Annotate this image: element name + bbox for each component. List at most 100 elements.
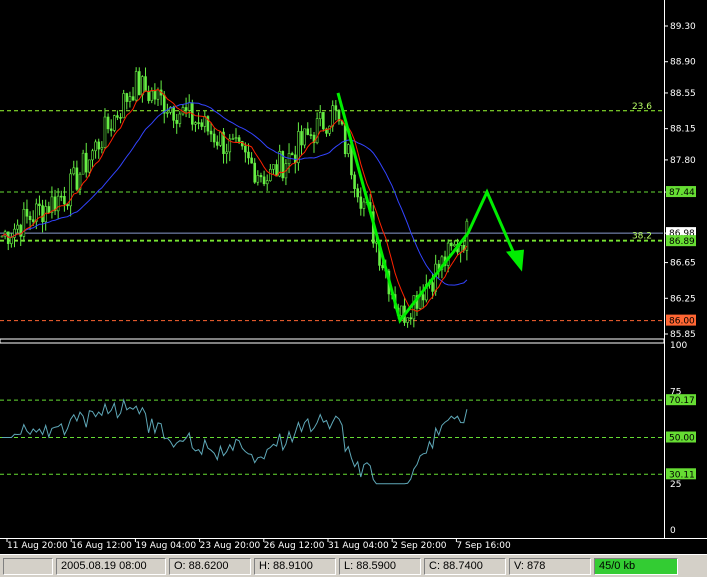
candle-body [128, 96, 132, 102]
candle-body [197, 122, 200, 124]
candle-body [38, 203, 41, 207]
candle-body [231, 138, 235, 140]
horizontal-levels [0, 191, 663, 322]
candle-body [84, 152, 88, 173]
price-label: 86.65 [670, 259, 696, 269]
candle-body [431, 282, 434, 292]
indicator-tag-label: 30.11 [669, 470, 695, 480]
candle-body [234, 137, 238, 139]
candle-body [100, 147, 104, 150]
pane-separator[interactable] [0, 338, 665, 344]
candle-body [175, 119, 179, 124]
indicator-tag-label: 50.00 [669, 434, 695, 444]
candle-body [334, 105, 338, 111]
candle-body [362, 201, 366, 209]
candle-body [194, 122, 197, 125]
candle-body [256, 175, 260, 183]
candle-body [81, 152, 85, 175]
candle-body [262, 176, 266, 185]
price-label: 86.25 [670, 294, 696, 304]
price-label: 87.80 [670, 156, 696, 166]
candle-body [459, 245, 462, 253]
candle-body [318, 112, 322, 120]
candle-body [343, 123, 347, 155]
candle-body [106, 116, 110, 130]
indicator-axis-label: 100 [670, 341, 687, 351]
status-open: O: 88.6200 [169, 557, 251, 575]
candle-body [409, 317, 413, 320]
candle-body [272, 164, 275, 170]
candle-body [103, 116, 107, 148]
candle-body [247, 151, 250, 159]
candle-body [88, 159, 91, 173]
candle-body [303, 128, 306, 146]
candle-body [309, 134, 313, 136]
indicator-axis-label: 25 [670, 480, 681, 490]
status-close: C: 88.7400 [424, 557, 506, 575]
price-label: 88.55 [670, 89, 696, 99]
candle-body [300, 131, 303, 146]
candle-body [141, 76, 144, 96]
candle-body [347, 144, 350, 155]
candle-body [25, 208, 29, 217]
candle-body [72, 167, 76, 175]
candle-body [184, 107, 188, 111]
status-high: H: 88.9100 [254, 557, 336, 575]
candle-body [446, 242, 450, 266]
candle-body [322, 112, 325, 130]
price-label: 88.15 [670, 125, 696, 135]
candle-body [153, 90, 157, 100]
candle-body [50, 196, 54, 213]
candle-body [253, 162, 257, 183]
candle-body [10, 237, 13, 244]
candle-body [356, 188, 359, 198]
status-date: 2005.08.19 08:00 [56, 557, 166, 575]
candle-body [28, 215, 32, 221]
candle-body [137, 71, 141, 96]
chart-area[interactable]: 89.3088.9088.5588.1587.8087.4486.9886.65… [0, 0, 707, 554]
time-label: 19 Aug 04:00 [135, 541, 196, 551]
candle-body [449, 242, 453, 247]
time-label: 16 Aug 12:00 [71, 541, 132, 551]
fib-label: 38.2 [632, 231, 652, 241]
candle-body [381, 265, 384, 269]
indicator-levels [0, 399, 663, 475]
candle-body [359, 196, 363, 209]
time-label: 31 Aug 04:00 [328, 541, 389, 551]
candle-body [97, 141, 101, 150]
candle-body [59, 195, 63, 198]
candle-body [250, 157, 253, 164]
candle-body [353, 174, 356, 189]
candle-body [134, 71, 138, 101]
candle-body [275, 164, 278, 177]
candle-body [131, 96, 135, 101]
time-axis: 11 Aug 20:00 16 Aug 12:00 19 Aug 04:00 23 A… [6, 538, 511, 551]
indicator-tag-label: 70.17 [669, 396, 695, 406]
candle-body [331, 105, 335, 127]
candle-body [16, 224, 19, 230]
candle-body [178, 113, 182, 124]
candle-body [219, 131, 222, 146]
candle-body [116, 115, 119, 118]
candle-body [91, 150, 94, 161]
candle-body [209, 130, 213, 135]
candle-body [290, 153, 294, 156]
level-tag-label: 86.00 [669, 317, 695, 327]
candlestick-series [0, 67, 469, 328]
rsi-line [2, 398, 468, 485]
candle-body [156, 89, 160, 100]
status-empty [3, 557, 53, 575]
candle-body [94, 141, 97, 152]
level-tags: 87.4486.9886.8986.00 [666, 186, 696, 327]
status-volume: V: 878 [509, 557, 591, 575]
candle-body [125, 93, 129, 102]
candle-body [0, 235, 4, 238]
candle-body [187, 102, 191, 111]
candle-body [75, 167, 79, 190]
candle-body [162, 94, 166, 114]
candle-body [113, 115, 116, 131]
candle-body [244, 145, 247, 153]
candle-body [265, 180, 269, 185]
level-tag-label: 86.89 [669, 237, 695, 247]
candle-body [421, 294, 425, 301]
